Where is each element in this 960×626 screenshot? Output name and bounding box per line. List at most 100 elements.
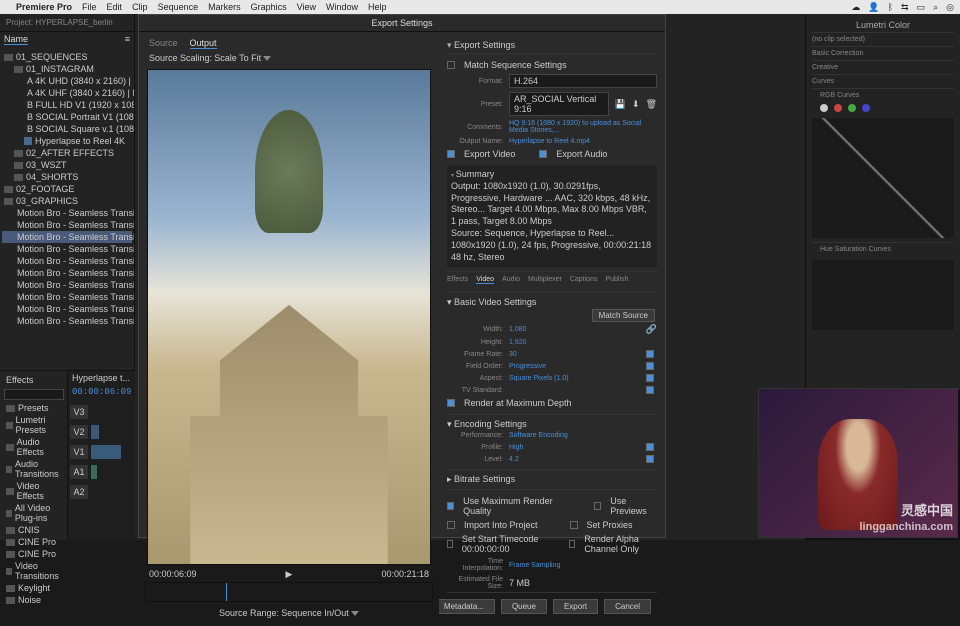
maxdepth-checkbox[interactable] [447, 399, 455, 407]
tab-multiplexer[interactable]: Multiplexer [528, 276, 562, 284]
fr-match-checkbox[interactable] [646, 350, 654, 358]
aspect-match-checkbox[interactable] [646, 374, 654, 382]
link-icon[interactable]: 🔗 [646, 324, 657, 335]
timeline-seq-name[interactable]: Hyperlapse t... [72, 373, 130, 383]
timeline-tracks[interactable]: V3 V2 V1 A1 A2 [68, 399, 135, 507]
aspect-value[interactable]: Square Pixels (1.0) [509, 375, 640, 382]
list-view-icon[interactable]: ≡ [125, 34, 130, 45]
maxq-checkbox[interactable] [447, 502, 454, 510]
curve-dot-white[interactable] [820, 104, 828, 112]
curve-dot-green[interactable] [848, 104, 856, 112]
effects-item[interactable]: Audio Transitions [2, 458, 65, 480]
menu-markers[interactable]: Markers [208, 2, 241, 12]
tab-captions[interactable]: Captions [570, 276, 598, 284]
tree-item[interactable]: Motion Bro - Seamless Transitions 3.1 fr… [2, 231, 132, 243]
scale-value[interactable]: Scale To Fit [214, 53, 261, 63]
effects-item[interactable]: Video Transitions [2, 560, 65, 582]
tab-audio[interactable]: Audio [502, 276, 520, 284]
clip[interactable] [91, 445, 121, 459]
range-value[interactable]: Sequence In/Out [281, 608, 349, 618]
height-value[interactable]: 1,920 [509, 339, 657, 346]
effects-item[interactable]: Presets [2, 402, 65, 414]
effects-item[interactable]: Lumetri Presets [2, 414, 65, 436]
br-header[interactable]: Bitrate Settings [454, 474, 515, 484]
project-tree[interactable]: 01_SEQUENCES01_INSTAGRAMA 4K UHD (3840 x… [0, 47, 134, 370]
menu-help[interactable]: Help [368, 2, 387, 12]
lumetri-rgb[interactable]: RGB Curves [812, 88, 954, 102]
lumetri-creative[interactable]: Creative [812, 60, 954, 74]
effects-item[interactable]: Video Effects [2, 480, 65, 502]
level-match-checkbox[interactable] [646, 455, 654, 463]
tree-item[interactable]: Motion Bro - Seamless Transitions 4 min.… [2, 255, 132, 267]
effects-item[interactable]: CINE Pro [2, 548, 65, 560]
preview-tc-in[interactable]: 00:00:06:09 [149, 569, 197, 580]
lumetri-basic[interactable]: Basic Correction [812, 46, 954, 60]
preview-tc-out[interactable]: 00:00:21:18 [381, 569, 429, 580]
track-a2[interactable]: A2 [70, 485, 88, 499]
hue-sat-curves[interactable] [812, 260, 954, 330]
tree-item[interactable]: A 4K UHD (3840 x 2160) | Minimum + Chang… [2, 75, 132, 87]
tree-item[interactable]: Motion Bro - Seamless Transitions 1.0 fr… [2, 315, 132, 327]
tree-item[interactable]: 01_SEQUENCES [2, 51, 132, 63]
tree-item[interactable]: A 4K UHF (3840 x 2160) | Minimum + Chang… [2, 87, 132, 99]
chevron-down-icon[interactable] [351, 611, 359, 616]
prof-match-checkbox[interactable] [646, 443, 654, 451]
level-value[interactable]: 4.2 [509, 456, 640, 463]
metadata-button[interactable]: Metadata... [439, 599, 495, 614]
save-preset-icon[interactable]: 💾 [615, 99, 626, 110]
fo-match-checkbox[interactable] [646, 362, 654, 370]
effects-item[interactable]: CINE Pro [2, 536, 65, 548]
match-source-button[interactable]: Match Source [592, 309, 655, 322]
perf-value[interactable]: Software Encoding [509, 432, 657, 439]
tab-effects[interactable]: Effects [447, 276, 468, 284]
menu-edit[interactable]: Edit [107, 2, 123, 12]
export-audio-checkbox[interactable] [539, 150, 547, 158]
timeline-timecode[interactable]: 00:00:06:09 [68, 385, 135, 399]
fo-value[interactable]: Progressive [509, 363, 640, 370]
width-value[interactable]: 1,080 [509, 326, 640, 333]
track-v2[interactable]: V2 [70, 425, 88, 439]
import-checkbox[interactable] [447, 521, 455, 529]
tree-item[interactable]: 03_WSZT [2, 159, 132, 171]
fr-value[interactable]: 30 [509, 351, 640, 358]
tree-item[interactable]: Hyperlapse to Reel 4K [2, 135, 132, 147]
cancel-button[interactable]: Cancel [604, 599, 651, 614]
import-preset-icon[interactable]: ⬇ [632, 99, 640, 110]
comments-value[interactable]: HQ 9:16 (1080 x 1920) to upload as Socia… [509, 120, 657, 134]
export-video-checkbox[interactable] [447, 150, 455, 158]
tree-item[interactable]: 03_GRAPHICS [2, 195, 132, 207]
menu-graphics[interactable]: Graphics [251, 2, 287, 12]
tab-effects[interactable]: Effects [6, 375, 33, 385]
clip[interactable] [91, 425, 99, 439]
curve-dot-red[interactable] [834, 104, 842, 112]
proxies-checkbox[interactable] [570, 521, 578, 529]
effects-item[interactable]: Audio Effects [2, 436, 65, 458]
timerend-checkbox[interactable] [447, 540, 453, 548]
tree-item[interactable]: 01_INSTAGRAM [2, 63, 132, 75]
effects-item[interactable]: CNIS [2, 524, 65, 536]
menu-sequence[interactable]: Sequence [158, 2, 199, 12]
effects-item[interactable]: Keylight [2, 582, 65, 594]
effects-item[interactable]: All Video Plug-ins [2, 502, 65, 524]
track-v3[interactable]: V3 [70, 405, 88, 419]
timeline-panel[interactable]: Hyperlapse t... 00:00:06:09 V3 V2 V1 A1 … [68, 371, 135, 540]
track-v1[interactable]: V1 [70, 445, 88, 459]
preview-image[interactable] [147, 69, 431, 565]
curve-dot-blue[interactable] [862, 104, 870, 112]
tree-item[interactable]: Motion Bro - Seamless Transitions 9 min.… [2, 303, 132, 315]
lumetri-huesat[interactable]: Hue Saturation Curves [812, 242, 954, 256]
tree-item[interactable]: 02_AFTER EFFECTS [2, 147, 132, 159]
delete-preset-icon[interactable]: 🗑 [646, 99, 657, 110]
format-select[interactable]: H.264 [509, 74, 657, 88]
tree-item[interactable]: 04_SHORTS [2, 171, 132, 183]
tree-item[interactable]: 02_FOOTAGE [2, 183, 132, 195]
ti-value[interactable]: Frame Sampling [509, 562, 657, 569]
tab-publish[interactable]: Publish [605, 276, 628, 284]
tab-video[interactable]: Video [476, 276, 494, 284]
alpha-checkbox[interactable] [569, 540, 575, 548]
menu-file[interactable]: File [82, 2, 97, 12]
bluetooth-icon[interactable]: ᛒ [888, 2, 893, 13]
tab-source[interactable]: Source [149, 38, 178, 49]
play-icon[interactable]: ▶ [286, 569, 293, 580]
effects-item[interactable]: Noise [2, 594, 65, 606]
